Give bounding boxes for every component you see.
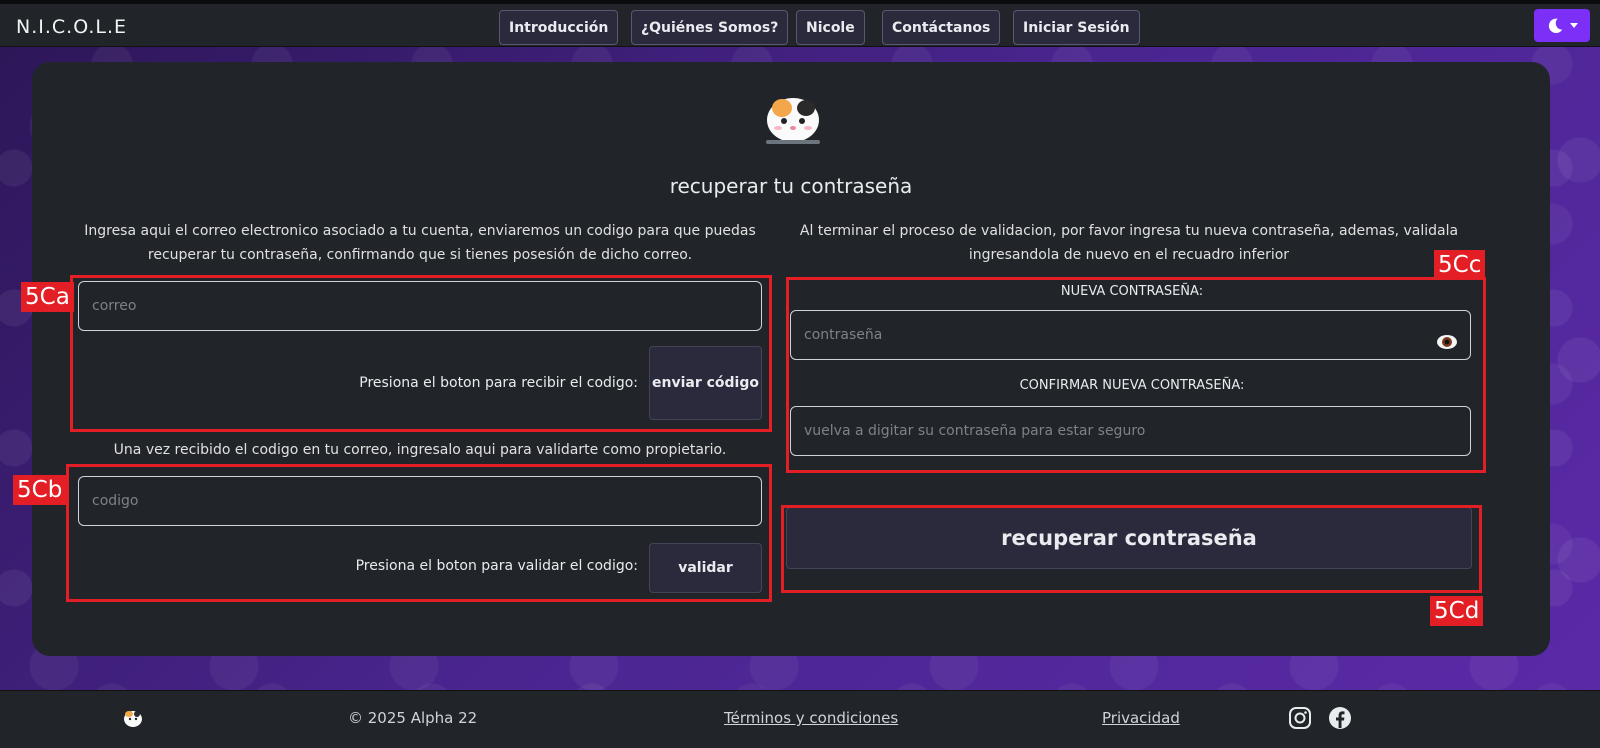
terms-link[interactable]: Términos y condiciones [724,709,898,727]
facebook-icon[interactable] [1328,706,1352,730]
annotation-tag-a: 5Ca [21,282,74,312]
nav-quienes-somos[interactable]: ¿Quiénes Somos? [631,10,789,45]
password-instructions: Al terminar el proceso de validacion, po… [799,223,1459,263]
nav-introduccion[interactable]: Introducción [499,10,619,45]
hamster-logo [766,98,820,144]
nav-contactanos[interactable]: Contáctanos [882,10,1001,45]
annotation-tag-d: 5Cd [1430,596,1484,626]
code-instructions: Una vez recibido el codigo en tu correo,… [113,442,727,458]
theme-toggle-button[interactable] [1534,9,1590,42]
navbar: N.I.C.O.L.E Introducción ¿Quiénes Somos?… [0,0,1600,47]
annotation-box-b [66,464,772,602]
annotation-box-a [70,275,772,432]
footer: © 2025 Alpha 22 Términos y condiciones P… [0,690,1600,748]
email-instructions: Ingresa aqui el correo electronico asoci… [84,223,756,263]
chevron-down-icon [1570,23,1578,28]
instagram-icon[interactable] [1288,706,1312,730]
annotation-tag-b: 5Cb [13,475,67,505]
moon-icon [1548,18,1563,33]
nav-nicole[interactable]: Nicole [796,10,865,45]
annotation-box-c [786,277,1486,473]
privacy-link[interactable]: Privacidad [1102,709,1180,727]
brand[interactable]: N.I.C.O.L.E [16,16,127,38]
nav-iniciar-sesion[interactable]: Iniciar Sesión [1013,10,1140,45]
annotation-box-d [781,505,1482,593]
copyright: © 2025 Alpha 22 [348,709,478,727]
page-title: recuperar tu contraseña [669,174,913,198]
annotation-tag-c: 5Cc [1434,250,1486,280]
hamster-logo-small[interactable] [122,707,144,729]
